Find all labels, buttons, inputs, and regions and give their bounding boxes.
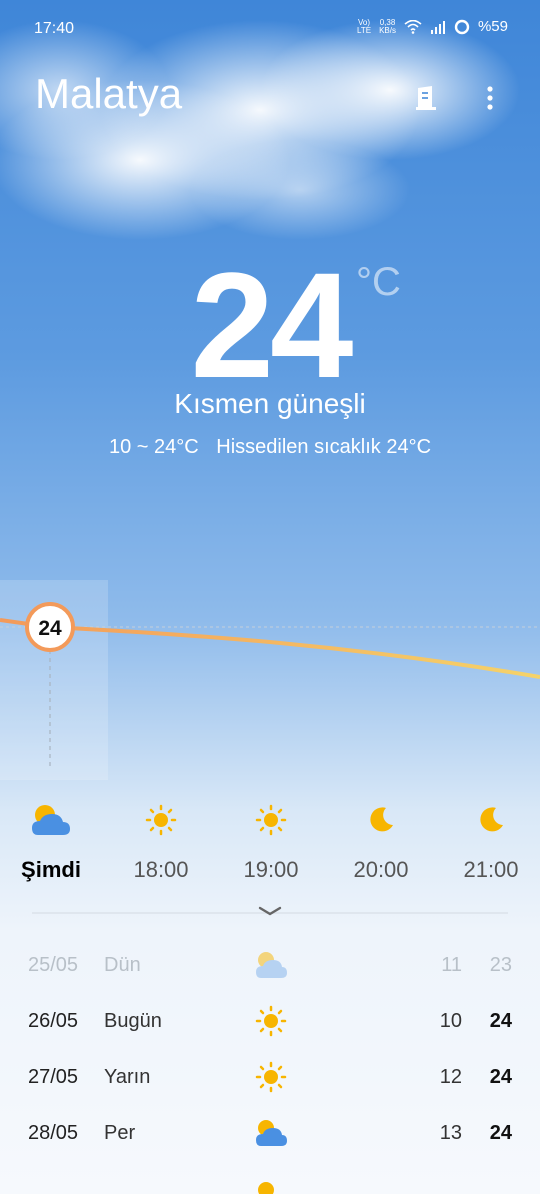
building-icon — [416, 86, 436, 110]
sun-icon — [145, 804, 177, 836]
daily-row-yesterday[interactable]: 25/05 Dün 11 23 — [0, 946, 540, 986]
hour-item-now[interactable]: Şimdi — [0, 795, 106, 883]
more-vertical-icon — [487, 86, 493, 110]
day-high: 24 — [489, 1122, 512, 1144]
temperature-unit: °C — [356, 260, 401, 304]
hour-item-19[interactable]: 19:00 — [216, 795, 326, 883]
daily-row-today[interactable]: 26/05 Bugün 10 24 — [0, 1002, 540, 1042]
day-high: 24 — [489, 1010, 512, 1032]
day-low: 13 — [439, 1122, 462, 1144]
day-low: 11 — [441, 954, 462, 976]
volte-indicator: Vo) LTE — [356, 17, 372, 35]
sun-icon — [255, 1061, 287, 1093]
day-high: 23 — [489, 954, 512, 976]
hour-label: Şimdi — [21, 857, 81, 882]
status-bar: 17:40 Vo) LTE 0,38 KB/s %59 — [0, 0, 540, 58]
partly-cloudy-icon — [32, 805, 70, 835]
sun-icon — [255, 1005, 287, 1037]
more-menu-button[interactable] — [472, 80, 508, 116]
hour-label: 20:00 — [353, 857, 409, 882]
moon-icon — [480, 807, 503, 832]
hourly-forecast[interactable]: Şimdi 18:00 19:00 20:00 21:00 — [0, 795, 540, 885]
hour-item-18[interactable]: 18:00 — [106, 795, 216, 883]
expand-forecast-button[interactable] — [250, 900, 290, 922]
moon-icon — [370, 807, 393, 832]
temperature-summary: 10 ~ 24°C Hissedilen sıcaklık 24°C — [0, 436, 540, 459]
hour-label: 19:00 — [243, 857, 299, 882]
city-name[interactable]: Malatya — [35, 70, 182, 118]
day-date: 28/05 — [28, 1122, 79, 1144]
hour-item-21[interactable]: 21:00 — [436, 795, 540, 883]
current-temp-marker-label: 24 — [38, 617, 62, 640]
day-name: Bugün — [104, 1010, 162, 1032]
status-icons: Vo) LTE 0,38 KB/s %59 — [357, 18, 508, 35]
battery-level: %59 — [477, 18, 508, 35]
day-date: 27/05 — [28, 1066, 79, 1088]
feels-like: Hissedilen sıcaklık 24°C — [216, 436, 432, 458]
battery-icon — [454, 19, 470, 34]
daily-row-thursday[interactable]: 28/05 Per 13 24 — [0, 1114, 540, 1154]
temperature-range: 10 ~ 24°C — [108, 436, 199, 458]
wifi-icon — [404, 19, 422, 34]
weather-condition: Kısmen güneşli — [174, 388, 366, 419]
partial-sun-icon — [258, 1182, 274, 1194]
current-temperature: 24 — [190, 241, 354, 409]
day-low: 12 — [439, 1066, 462, 1088]
day-high: 24 — [489, 1066, 512, 1088]
day-name: Dün — [104, 954, 141, 976]
network-speed: 0,38 KB/s — [379, 17, 396, 35]
day-low: 10 — [439, 1010, 462, 1032]
signal-icon — [430, 20, 445, 34]
hourly-temperature-graph: 24 — [0, 580, 540, 780]
sun-icon — [255, 804, 287, 836]
day-date: 25/05 — [28, 954, 79, 976]
day-name: Per — [104, 1122, 136, 1144]
status-time: 17:40 — [34, 20, 75, 37]
partly-cloudy-icon — [256, 1120, 287, 1146]
hour-item-20[interactable]: 20:00 — [326, 795, 436, 883]
hour-label: 21:00 — [463, 857, 519, 882]
hour-label: 18:00 — [133, 857, 189, 882]
daily-row-tomorrow[interactable]: 27/05 Yarın 12 24 — [0, 1058, 540, 1098]
partly-cloudy-icon — [256, 952, 287, 978]
chevron-down-icon — [258, 906, 282, 916]
city-list-button[interactable] — [408, 80, 444, 116]
day-name: Yarın — [104, 1066, 151, 1088]
weather-screen: { "status_bar": { "time": "17:40", "volt… — [0, 0, 540, 1194]
day-date: 26/05 — [28, 1010, 79, 1032]
